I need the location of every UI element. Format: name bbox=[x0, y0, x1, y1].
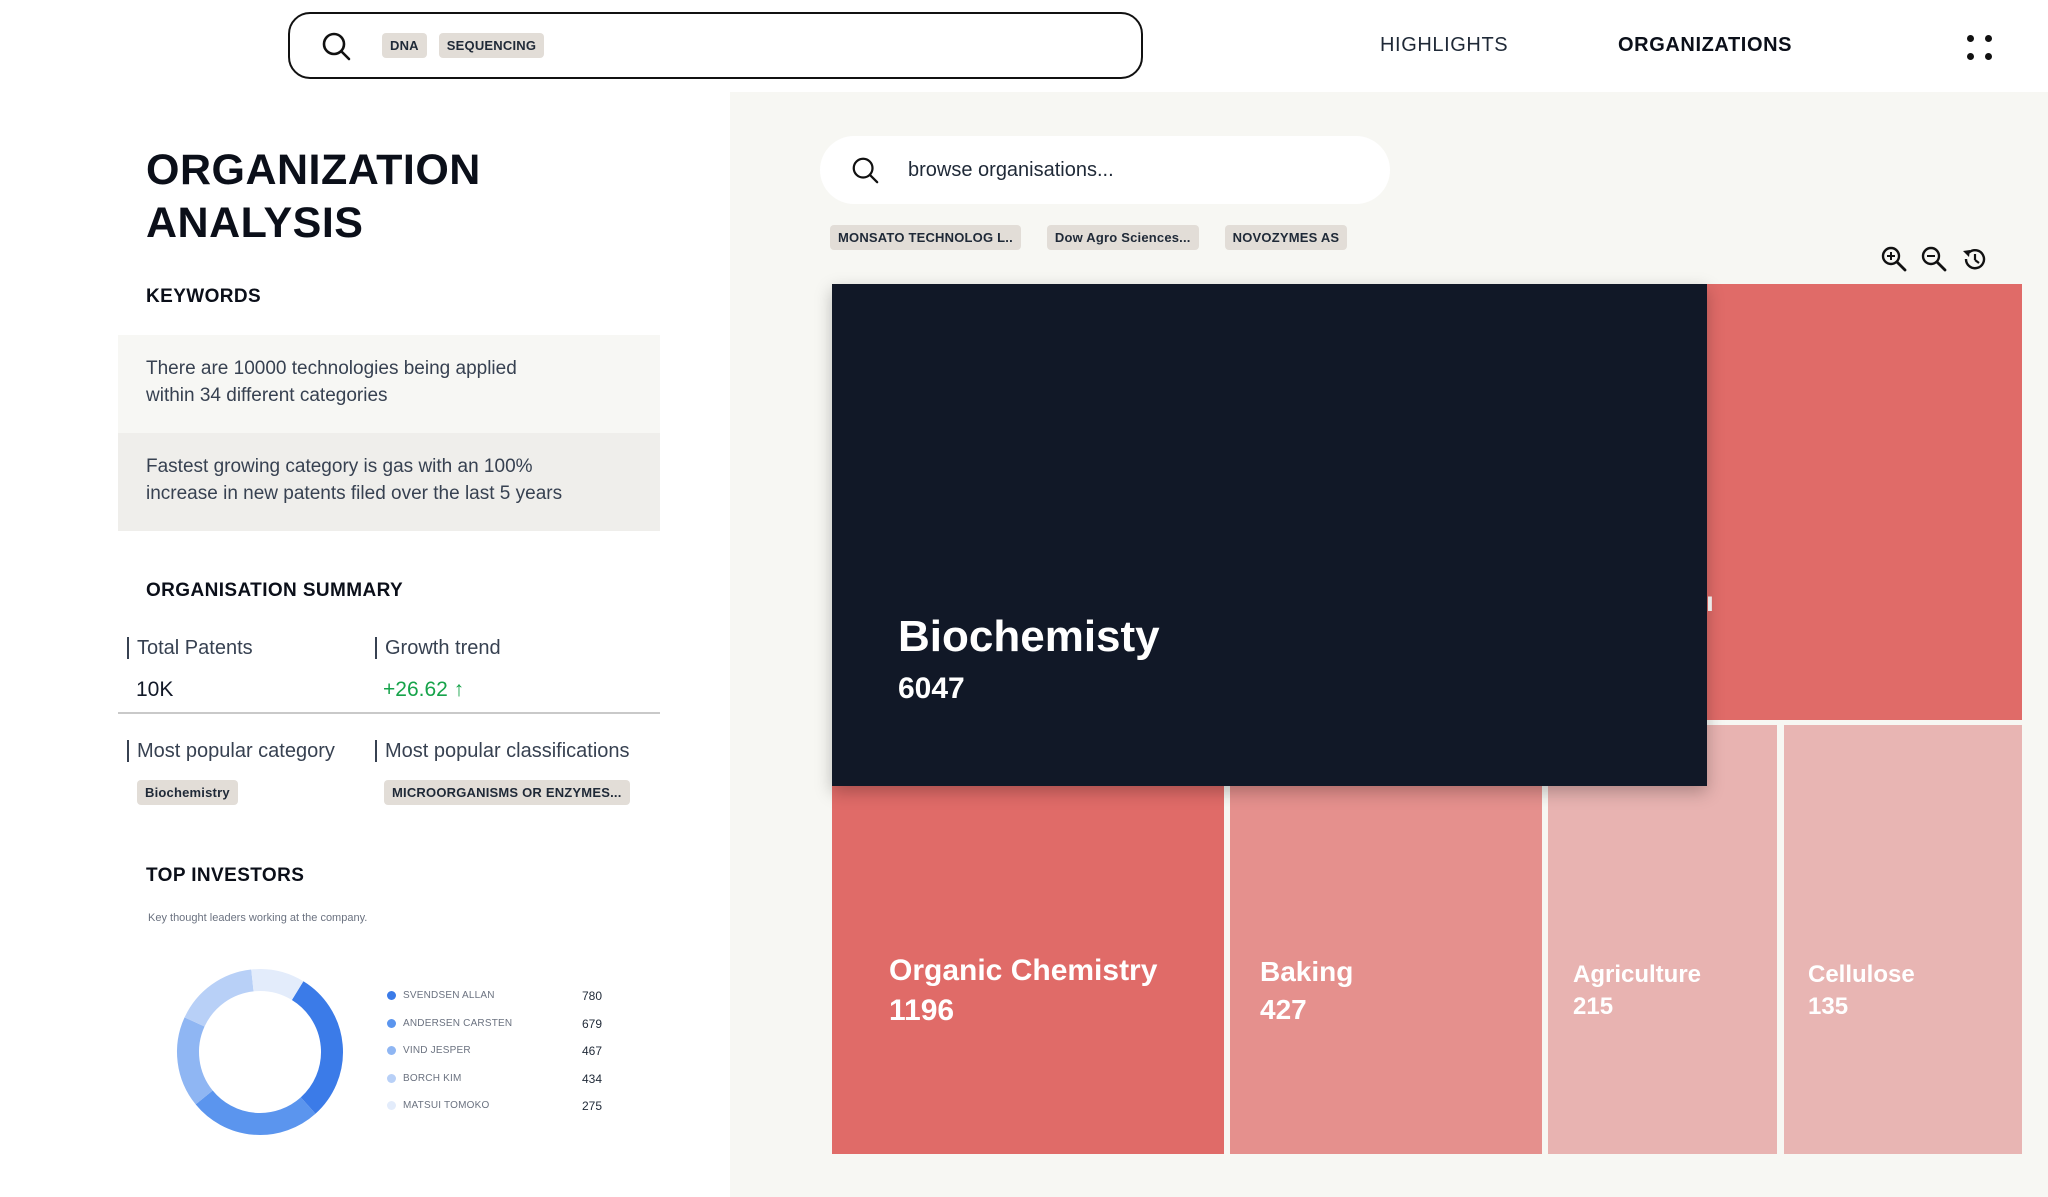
search-icon[interactable] bbox=[850, 155, 880, 185]
nav-highlights[interactable]: HIGHLIGHTS bbox=[1380, 34, 1508, 57]
investor-value: 275 bbox=[581, 1099, 602, 1113]
investors-donut-chart bbox=[177, 969, 343, 1135]
growth-trend-value: +26.62 ↑ bbox=[383, 678, 465, 701]
treemap-cell-biochemistry-hovered[interactable]: Biochemisty 6047 bbox=[832, 284, 1707, 786]
legend-dot-icon bbox=[387, 991, 396, 1000]
treemap-tools bbox=[1880, 245, 2000, 273]
zoom-in-icon[interactable] bbox=[1880, 245, 1908, 273]
history-reset-icon[interactable] bbox=[1960, 245, 1988, 273]
donut-slice bbox=[184, 969, 255, 1027]
treemap-cell-cellulose[interactable]: Cellulose 135 bbox=[1784, 725, 2022, 1154]
global-search-bar[interactable]: DNA SEQUENCING bbox=[288, 12, 1143, 79]
org-chip-monsato[interactable]: MONSATO TECHNOLOG L.. bbox=[830, 225, 1021, 250]
legend-dot-icon bbox=[387, 1073, 396, 1083]
investor-name: VIND JESPER bbox=[403, 1045, 471, 1056]
organisations-panel: MONSATO TECHNOLOG L.. Dow Agro Sciences.… bbox=[730, 92, 2048, 1197]
top-investors-subtext: Key thought leaders working at the compa… bbox=[148, 912, 368, 924]
donut-slice bbox=[177, 1017, 213, 1105]
organisation-chips: MONSATO TECHNOLOG L.. Dow Agro Sciences.… bbox=[830, 225, 1373, 250]
growth-trend-label: Growth trend bbox=[375, 637, 501, 659]
legend-dot-icon bbox=[387, 1101, 396, 1110]
top-investors-heading: TOP INVESTORS bbox=[146, 865, 305, 886]
investor-value: 467 bbox=[581, 1044, 602, 1058]
search-chip-sequencing[interactable]: SEQUENCING bbox=[438, 33, 545, 58]
category-treemap: ı Organic Chemistry 1196 Baking 427 Agri… bbox=[832, 284, 2022, 1154]
total-patents-label: Total Patents bbox=[127, 637, 253, 659]
investor-value: 679 bbox=[581, 1016, 602, 1031]
donut-slice bbox=[195, 1090, 316, 1135]
donut-slice bbox=[251, 969, 304, 1001]
popular-classifications-label: Most popular classifications bbox=[375, 740, 630, 762]
investor-legend-item: ANDERSEN CARSTEN 679 bbox=[387, 1016, 602, 1032]
top-bar: DNA SEQUENCING HIGHLIGHTS ORGANIZATIONS bbox=[0, 0, 2048, 92]
keyword-insight-1: There are 10000 technologies being appli… bbox=[118, 335, 660, 433]
treemap-cell-top-right[interactable]: ı bbox=[1702, 284, 2022, 720]
treemap-cell-agriculture[interactable]: Agriculture 215 bbox=[1548, 725, 1777, 1154]
summary-heading: ORGANISATION SUMMARY bbox=[146, 580, 404, 601]
legend-dot-icon bbox=[387, 1018, 396, 1028]
search-icon[interactable] bbox=[320, 30, 352, 62]
nav-organizations[interactable]: ORGANIZATIONS bbox=[1618, 34, 1792, 57]
keywords-heading: KEYWORDS bbox=[146, 286, 262, 307]
search-chip-dna[interactable]: DNA bbox=[382, 33, 427, 58]
keyword-insight-2: Fastest growing category is gas with an … bbox=[118, 433, 660, 531]
donut-slice bbox=[291, 981, 343, 1114]
popular-category-chip[interactable]: Biochemistry bbox=[137, 780, 238, 805]
analysis-panel: ORGANIZATION ANALYSIS KEYWORDS There are… bbox=[0, 92, 730, 1197]
investor-name: ANDERSEN CARSTEN bbox=[403, 1017, 513, 1029]
total-patents-value: 10K bbox=[136, 678, 174, 701]
grid-dots-icon[interactable] bbox=[1965, 33, 1995, 63]
organisation-search-bar[interactable] bbox=[820, 136, 1390, 204]
investor-name: BORCH KIM bbox=[403, 1072, 462, 1084]
page-title: ORGANIZATION ANALYSIS bbox=[146, 146, 481, 247]
investor-name: MATSUI TOMOKO bbox=[403, 1100, 490, 1111]
legend-dot-icon bbox=[387, 1046, 396, 1055]
popular-classification-chip[interactable]: MICROORGANISMS OR ENZYMES... bbox=[384, 780, 630, 805]
summary-divider bbox=[118, 712, 660, 714]
investor-legend-item: VIND JESPER 467 bbox=[387, 1043, 602, 1059]
organisation-search-input[interactable] bbox=[908, 158, 1348, 182]
investor-name: SVENDSEN ALLAN bbox=[403, 990, 495, 1001]
investor-legend-item: BORCH KIM 434 bbox=[387, 1071, 602, 1087]
investor-value: 780 bbox=[581, 989, 602, 1003]
org-chip-novozymes[interactable]: NOVOZYMES AS bbox=[1224, 225, 1348, 250]
zoom-out-icon[interactable] bbox=[1920, 245, 1948, 273]
popular-category-label: Most popular category bbox=[127, 740, 335, 762]
investor-legend-item: SVENDSEN ALLAN 780 bbox=[387, 988, 602, 1004]
investor-value: 434 bbox=[581, 1071, 602, 1086]
org-chip-dow[interactable]: Dow Agro Sciences... bbox=[1046, 225, 1199, 250]
investor-legend-item: MATSUI TOMOKO 275 bbox=[387, 1098, 602, 1114]
